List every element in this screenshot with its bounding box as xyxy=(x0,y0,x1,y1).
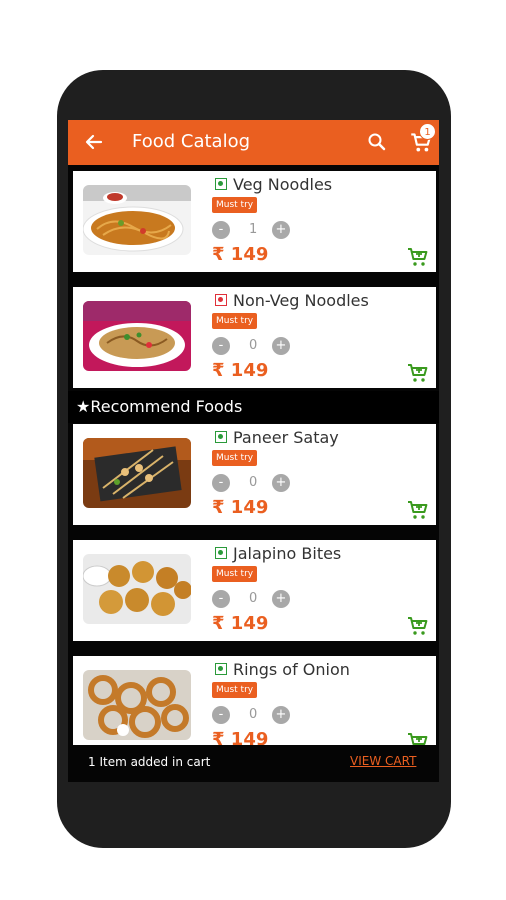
cart-count-badge[interactable]: 1 xyxy=(419,123,436,140)
item-name: Paneer Satay xyxy=(233,428,339,447)
quantity-value: 0 xyxy=(249,338,258,353)
quantity-value: 1 xyxy=(249,222,258,237)
app-screen: Food Catalog 1 Veg Noodles Must try - 1 … xyxy=(68,120,439,782)
quantity-value: 0 xyxy=(249,475,258,490)
food-image xyxy=(83,438,191,508)
veg-mark-icon xyxy=(215,178,227,190)
must-try-badge: Must try xyxy=(212,313,258,329)
non-veg-mark-icon xyxy=(215,294,227,306)
item-name: Veg Noodles xyxy=(233,175,333,194)
must-try-badge: Must try xyxy=(212,450,258,466)
add-to-cart-icon[interactable] xyxy=(406,614,430,638)
increase-button[interactable]: + xyxy=(272,590,290,608)
increase-button[interactable]: + xyxy=(272,221,290,239)
item-price: ₹ 149 xyxy=(212,244,269,265)
search-icon[interactable] xyxy=(365,130,389,154)
food-image xyxy=(83,554,191,624)
item-price: ₹ 149 xyxy=(212,360,269,381)
must-try-badge: Must try xyxy=(212,566,258,582)
view-cart-link[interactable]: VIEW CART xyxy=(350,754,416,768)
food-image xyxy=(83,185,191,255)
decrease-button[interactable]: - xyxy=(212,706,230,724)
page-title: Food Catalog xyxy=(132,131,251,152)
decrease-button[interactable]: - xyxy=(212,221,230,239)
must-try-badge: Must try xyxy=(212,682,258,698)
decrease-button[interactable]: - xyxy=(212,474,230,492)
list-item[interactable]: Veg Noodles Must try - 1 + ₹ 149 xyxy=(73,171,436,272)
add-to-cart-icon[interactable] xyxy=(406,361,430,385)
add-to-cart-icon[interactable] xyxy=(406,498,430,522)
increase-button[interactable]: + xyxy=(272,337,290,355)
item-price: ₹ 149 xyxy=(212,497,269,518)
decrease-button[interactable]: - xyxy=(212,590,230,608)
veg-mark-icon xyxy=(215,663,227,675)
app-bar: Food Catalog 1 xyxy=(68,120,439,165)
must-try-badge: Must try xyxy=(212,197,258,213)
section-header-recommended: ★Recommend Foods xyxy=(68,391,439,423)
increase-button[interactable]: + xyxy=(272,706,290,724)
add-to-cart-icon[interactable] xyxy=(406,730,430,745)
veg-mark-icon xyxy=(215,547,227,559)
list-item[interactable]: Jalapino Bites Must try - 0 + ₹ 149 xyxy=(73,540,436,641)
item-name: Jalapino Bites xyxy=(233,544,342,563)
item-price: ₹ 149 xyxy=(212,729,269,745)
cart-status-bar: 1 Item added in cart VIEW CART xyxy=(68,745,439,782)
increase-button[interactable]: + xyxy=(272,474,290,492)
veg-mark-icon xyxy=(215,431,227,443)
cart-status-message: 1 Item added in cart xyxy=(88,755,211,769)
item-name: Rings of Onion xyxy=(233,660,350,679)
list-item[interactable]: Rings of Onion Must try - 0 + ₹ 149 xyxy=(73,656,436,745)
back-arrow-icon[interactable] xyxy=(82,130,106,154)
list-item[interactable]: Paneer Satay Must try - 0 + ₹ 149 xyxy=(73,424,436,525)
food-image xyxy=(83,670,191,740)
item-name: Non-Veg Noodles xyxy=(233,291,369,310)
decrease-button[interactable]: - xyxy=(212,337,230,355)
add-to-cart-icon[interactable] xyxy=(406,245,430,269)
quantity-value: 0 xyxy=(249,591,258,606)
food-image xyxy=(83,301,191,371)
quantity-value: 0 xyxy=(249,707,258,722)
food-list: Veg Noodles Must try - 1 + ₹ 149 Non-Veg… xyxy=(68,165,439,745)
list-item[interactable]: Non-Veg Noodles Must try - 0 + ₹ 149 xyxy=(73,287,436,388)
item-price: ₹ 149 xyxy=(212,613,269,634)
